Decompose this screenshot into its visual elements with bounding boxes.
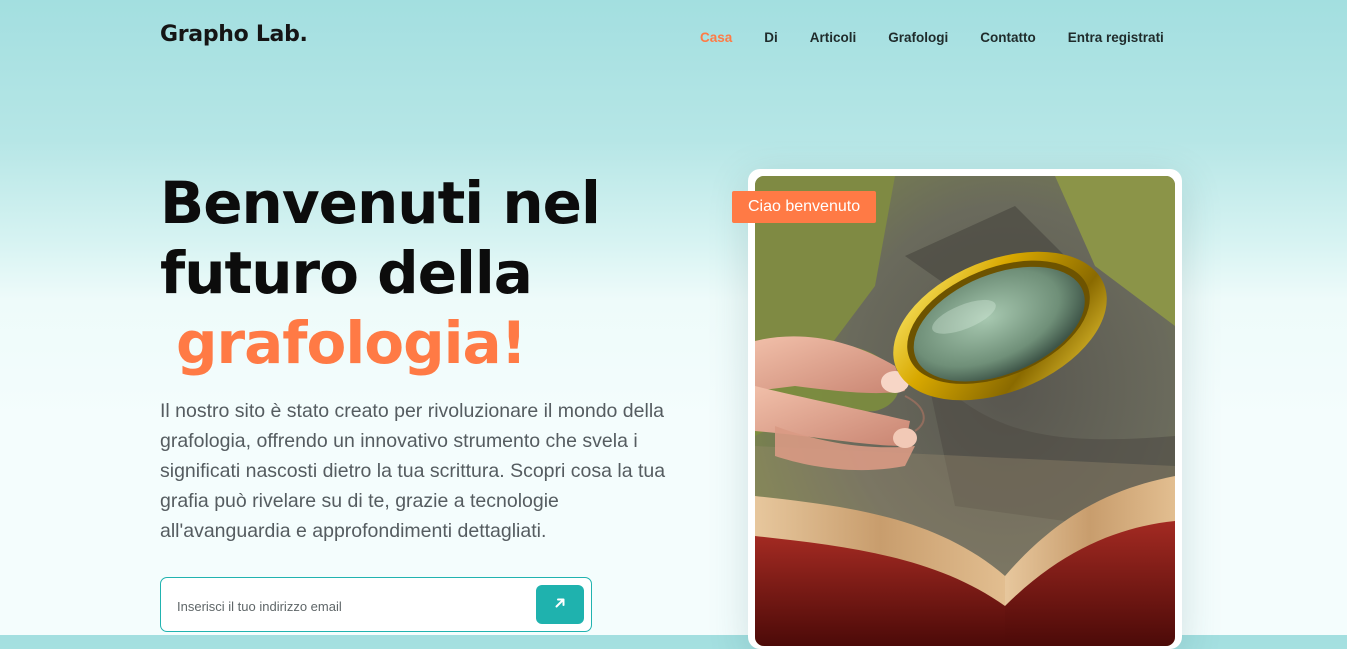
hero-title: Benvenuti nel futuro della grafologia!	[160, 168, 601, 378]
arrow-up-right-icon	[554, 597, 566, 612]
hero-photo-magnifying-glass	[755, 176, 1175, 646]
nav-item-grafologi[interactable]: Grafologi	[888, 30, 948, 45]
hero-description: Il nostro sito è stato creato per rivolu…	[160, 400, 666, 542]
nav-item-di[interactable]: Di	[764, 30, 778, 45]
email-submit-button[interactable]	[536, 585, 584, 624]
nav-item-login-register[interactable]: Entra registrati	[1068, 30, 1164, 45]
main-nav: Casa Di Articoli Grafologi Contatto Entr…	[700, 30, 1164, 45]
hero-title-accent: grafologia!	[176, 309, 527, 377]
nav-item-articoli[interactable]: Articoli	[810, 30, 857, 45]
hero-image-card	[748, 169, 1182, 649]
nav-item-casa[interactable]: Casa	[700, 30, 732, 45]
email-signup-form	[160, 577, 592, 632]
brand-logo[interactable]: Grapho Lab.	[160, 22, 308, 47]
hero-title-line-2: futuro della	[160, 239, 533, 307]
nav-item-contatto[interactable]: Contatto	[980, 30, 1035, 45]
hero-title-line-1: Benvenuti nel	[160, 169, 601, 237]
email-input[interactable]	[175, 594, 539, 618]
welcome-badge: Ciao benvenuto	[732, 191, 877, 223]
